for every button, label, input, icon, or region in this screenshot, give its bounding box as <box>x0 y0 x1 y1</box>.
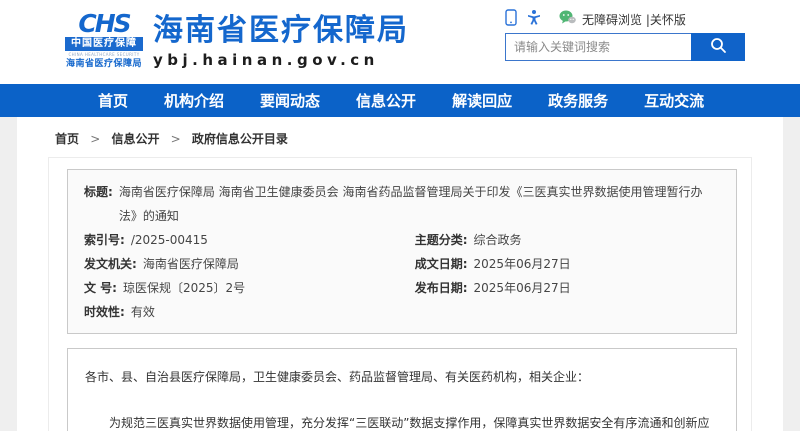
site-url: ybj.hainan.gov.cn <box>153 49 409 71</box>
accessibility-figure-icon[interactable] <box>526 9 542 29</box>
meta-publish-date-value: 2025年06月27日 <box>474 276 571 300</box>
breadcrumb-home[interactable]: 首页 <box>55 132 79 146</box>
document-meta-panel: 标题: 海南省医疗保障局 海南省卫生健康委员会 海南省药品监督管理局关于印发《三… <box>67 169 737 334</box>
breadcrumb: 首页 > 信息公开 > 政府信息公开目录 <box>17 117 783 157</box>
breadcrumb-separator: > <box>90 132 100 146</box>
meta-category-label: 主题分类: <box>415 228 468 252</box>
main-nav: 首页 机构介绍 要闻动态 信息公开 解读回应 政务服务 互动交流 <box>0 84 800 117</box>
search-input[interactable] <box>505 33 691 61</box>
nav-item-about[interactable]: 机构介绍 <box>164 90 224 111</box>
search-icon <box>710 37 727 57</box>
meta-doc-number-label: 文 号: <box>84 276 117 300</box>
document-body-panel: 各市、县、自治县医疗保障局，卫生健康委员会、药品监督管理局、有关医药机构，相关企… <box>67 348 737 431</box>
article-paragraph: 为规范三医真实世界数据使用管理，充分发挥“三医联动”数据支撑作用，保障真实世界数… <box>85 407 719 431</box>
meta-publish-date-label: 发布日期: <box>415 276 468 300</box>
meta-index-value: /2025-00415 <box>131 228 208 252</box>
page-background: 首页 > 信息公开 > 政府信息公开目录 标题: 海南省医疗保障局 海南省卫生健… <box>0 117 800 431</box>
meta-category-value: 综合政务 <box>474 228 522 252</box>
chs-logo-bureau-label: 海南省医疗保障局 <box>65 58 143 70</box>
meta-doc-number-value: 琼医保规〔2025〕2号 <box>123 276 245 300</box>
meta-row: 文 号: 琼医保规〔2025〕2号 发布日期: 2025年06月27日 <box>84 276 720 300</box>
mobile-phone-icon[interactable] <box>505 9 517 30</box>
nav-item-info-disclosure[interactable]: 信息公开 <box>356 90 416 111</box>
meta-written-date-value: 2025年06月27日 <box>474 252 571 276</box>
search-button[interactable] <box>691 33 745 61</box>
nav-item-home[interactable]: 首页 <box>98 90 128 111</box>
meta-row: 发文机关: 海南省医疗保障局 成文日期: 2025年06月27日 <box>84 252 720 276</box>
document-title: 海南省医疗保障局 海南省卫生健康委员会 海南省药品监督管理局关于印发《三医真实世… <box>119 180 720 228</box>
meta-validity-value: 有效 <box>131 300 155 324</box>
chs-logo: CHS 中国医疗保障 CHINA HEALTHCARE SECURITY 海南省… <box>65 11 143 70</box>
meta-index-label: 索引号: <box>84 228 125 252</box>
article-salutation: 各市、县、自治县医疗保障局，卫生健康委员会、药品监督管理局、有关医药机构，相关企… <box>85 361 719 393</box>
nav-item-interaction[interactable]: 互动交流 <box>644 90 704 111</box>
site-title: 海南省医疗保障局 <box>153 13 409 49</box>
meta-row: 时效性: 有效 <box>84 300 720 324</box>
chs-logo-acronym: CHS <box>65 11 143 37</box>
nav-item-news[interactable]: 要闻动态 <box>260 90 320 111</box>
search-bar <box>505 33 745 61</box>
breadcrumb-separator: > <box>171 132 181 146</box>
breadcrumb-current: 政府信息公开目录 <box>192 132 288 146</box>
wechat-icon[interactable] <box>559 10 576 29</box>
meta-written-date-label: 成文日期: <box>415 252 468 276</box>
document-container: 标题: 海南省医疗保障局 海南省卫生健康委员会 海南省药品监督管理局关于印发《三… <box>48 157 752 431</box>
meta-issuing-org-value: 海南省医疗保障局 <box>143 252 239 276</box>
meta-issuing-org-label: 发文机关: <box>84 252 137 276</box>
nav-item-services[interactable]: 政务服务 <box>548 90 608 111</box>
site-logo[interactable]: CHS 中国医疗保障 CHINA HEALTHCARE SECURITY 海南省… <box>65 11 409 71</box>
meta-row: 索引号: /2025-00415 主题分类: 综合政务 <box>84 228 720 252</box>
meta-row-title: 标题: 海南省医疗保障局 海南省卫生健康委员会 海南省药品监督管理局关于印发《三… <box>84 180 720 228</box>
meta-title-label: 标题: <box>84 180 113 228</box>
nav-item-interpretation[interactable]: 解读回应 <box>452 90 512 111</box>
breadcrumb-info-disclosure[interactable]: 信息公开 <box>111 132 159 146</box>
quick-links-row: 无障碍浏览 |关怀版 <box>505 9 745 29</box>
meta-validity-label: 时效性: <box>84 300 125 324</box>
accessibility-mode-link[interactable]: 无障碍浏览 |关怀版 <box>582 11 686 28</box>
site-header: CHS 中国医疗保障 CHINA HEALTHCARE SECURITY 海南省… <box>0 0 800 84</box>
chs-logo-cn-label: 中国医疗保障 <box>65 37 143 51</box>
